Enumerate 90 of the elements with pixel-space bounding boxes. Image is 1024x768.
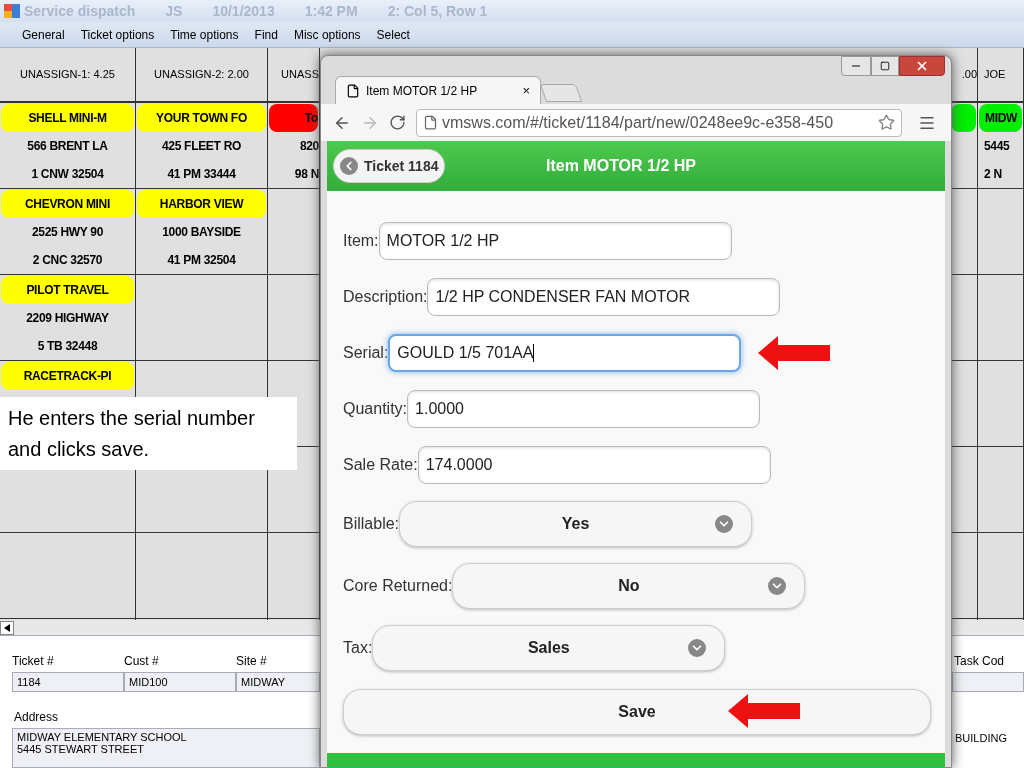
field-label: Description: [343, 287, 428, 307]
menu-item[interactable]: Misc options [293, 25, 361, 44]
menu-item[interactable]: Time options [170, 25, 239, 44]
text-field[interactable]: MIDWAY [236, 672, 320, 692]
app-icon [4, 4, 20, 18]
ticket-chip[interactable]: CHEVRON MINI [1, 190, 134, 218]
ticket-chip[interactable] [951, 104, 976, 132]
column-header: UNASSIGN-2: 2.00 [154, 67, 249, 83]
browser-tab[interactable]: Item MOTOR 1/2 HP × [335, 76, 541, 104]
field-label: Tax: [343, 638, 373, 658]
menu-item[interactable]: Select [376, 25, 410, 44]
field-label: Item: [343, 231, 379, 251]
ticket-location: 41 PM 33444 [167, 166, 236, 183]
text-field[interactable]: GOULD 1/5 701AA [388, 334, 742, 372]
text-field[interactable] [952, 672, 1024, 692]
text-field[interactable]: 174.0000 [417, 446, 771, 484]
page-title: Item MOTOR 1/2 HP [546, 156, 696, 176]
chevron-left-icon [340, 157, 358, 175]
ticket-chip[interactable]: YOUR TOWN FO [137, 104, 266, 132]
text-field[interactable]: 1184 [12, 672, 124, 692]
ticket-location: 41 PM 32504 [167, 252, 236, 269]
window-title: Service dispatch [24, 1, 136, 21]
reload-icon[interactable] [389, 114, 406, 131]
position-label: 2: Col 5, Row 1 [387, 1, 488, 21]
text-field[interactable]: 1.0000 [407, 390, 761, 428]
ticket-address: 425 FLEET RO [161, 138, 242, 155]
field-label: Address [13, 709, 60, 726]
address-field[interactable]: MIDWAY ELEMENTARY SCHOOL 5445 STEWART STREET [12, 728, 320, 768]
chevron-down-icon [768, 577, 787, 595]
ticket-chip[interactable]: HARBOR VIEW [137, 190, 266, 218]
pointer-arrow [728, 694, 800, 728]
date-label: 10/1/2013 [212, 1, 275, 21]
menu-item[interactable]: Find [254, 25, 278, 44]
ticket-address: 2525 HWY 90 [31, 224, 104, 241]
ticket-address: 566 BRENT LA [27, 138, 108, 155]
ticket-location: 5 TB 32448 [37, 338, 98, 355]
ticket-address: 5445 [984, 138, 1010, 155]
ticket-chip[interactable]: RACETRACK-PI [1, 362, 134, 390]
ticket-chip[interactable]: SHELL MINI-M [1, 104, 134, 132]
select-field[interactable]: No [452, 563, 806, 609]
chevron-down-icon [715, 515, 734, 533]
ticket-address: 1000 BAYSIDE [162, 224, 241, 241]
ticket-chip[interactable]: MIDW [979, 104, 1022, 132]
ticket-location: 1 CNW 32504 [31, 166, 104, 183]
pointer-arrow [758, 336, 830, 370]
ticket-location: 98 N [294, 166, 319, 183]
column-header: UNASSIGN-1: 4.25 [20, 67, 115, 83]
field-label: Core Returned: [343, 576, 453, 596]
column-header: .00 [961, 67, 977, 83]
page-icon [423, 115, 438, 130]
field-label: Cust # [124, 653, 160, 670]
time-label: 1:42 PM [304, 1, 358, 21]
chevron-down-icon [688, 639, 707, 657]
text-field[interactable]: MOTOR 1/2 HP [378, 222, 732, 260]
menu-item[interactable]: Ticket options [80, 25, 155, 44]
field-label: Quantity: [343, 399, 408, 419]
field-label: Billable: [343, 514, 400, 534]
close-icon[interactable] [899, 56, 945, 76]
field-label: Site # [236, 653, 268, 670]
ticket-location: 2 CNC 32570 [32, 252, 103, 269]
page-icon [346, 83, 360, 98]
address-field[interactable]: vmsws.com/#/ticket/1184/part/new/0248ee9c-e358-450 [416, 108, 902, 137]
column-header: JOE [984, 67, 1006, 83]
ticket-location: 2 N [984, 166, 1002, 183]
user-label: JS [165, 1, 183, 21]
save-button[interactable]: Save [343, 689, 931, 735]
ticket-chip[interactable]: To [269, 104, 318, 132]
field-value: BUILDING [954, 731, 1008, 746]
field-label: Task Cod [953, 653, 1006, 670]
ticket-address: 2209 HIGHWAY [26, 310, 109, 327]
back-button[interactable]: Ticket 1184 [333, 149, 446, 183]
text-field[interactable]: MID100 [124, 672, 236, 692]
star-icon[interactable] [878, 114, 895, 131]
minimize-icon[interactable] [841, 56, 871, 76]
tab-close[interactable]: × [522, 80, 530, 101]
caption-box: He enters the serial number and clicks save. [0, 397, 297, 470]
select-field[interactable]: Sales [372, 625, 726, 671]
select-field[interactable]: Yes [399, 501, 753, 547]
ticket-address: 820 [299, 138, 319, 155]
ticket-chip[interactable]: PILOT TRAVEL [1, 276, 134, 304]
field-label: Serial: [343, 343, 389, 363]
menu-item[interactable]: General [22, 25, 65, 44]
address-line: 5445 STEWART STREET [17, 743, 145, 755]
text-field[interactable]: 1/2 HP CONDENSER FAN MOTOR [427, 278, 781, 316]
field-label: Ticket # [12, 653, 55, 670]
column-header: UNASS [281, 67, 319, 83]
maximize-icon[interactable] [871, 56, 899, 76]
address-line: MIDWAY ELEMENTARY SCHOOL [17, 731, 188, 743]
scroll-left-icon[interactable] [0, 620, 14, 635]
field-label: Sale Rate: [343, 455, 418, 475]
